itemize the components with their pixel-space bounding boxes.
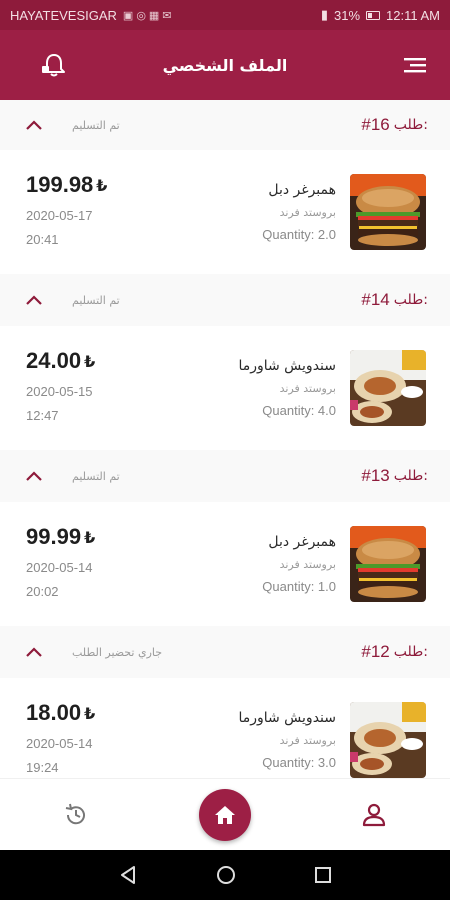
item-time: 19:24 xyxy=(26,760,59,775)
item-subtitle: بروستد فرند xyxy=(279,382,336,395)
chevron-up-icon[interactable] xyxy=(24,290,44,310)
app-bar: الملف الشخصي xyxy=(0,30,450,100)
notification-icons: ▣◎▦✉ xyxy=(122,9,175,22)
chevron-up-icon[interactable] xyxy=(24,466,44,486)
system-nav-bar xyxy=(0,850,450,900)
item-time: 12:47 xyxy=(26,408,59,423)
currency-symbol: ₺ xyxy=(96,175,108,195)
chevron-up-icon[interactable] xyxy=(24,642,44,662)
currency-symbol: ₺ xyxy=(84,351,96,371)
order-label: #14 طلب: xyxy=(361,290,428,310)
profile-icon xyxy=(362,803,386,826)
back-icon[interactable] xyxy=(117,864,139,886)
order-number: #16 xyxy=(361,115,390,134)
status-bar: HAYATEVESIGAR ▣◎▦✉ ▮ 31% 12:11 AM xyxy=(0,0,450,30)
item-subtitle: بروستد فرند xyxy=(279,558,336,571)
order-status: جاري تحضير الطلب xyxy=(72,645,163,659)
item-date: 2020-05-17 xyxy=(26,208,93,223)
order-header[interactable]: تم التسليم #14 طلب: xyxy=(0,274,450,326)
order-item[interactable]: 99.99 ₺ 2020-05-14 20:02 همبرغر دبل بروس… xyxy=(0,502,450,626)
shawarma-image xyxy=(350,702,426,778)
order-word: طلب: xyxy=(393,644,428,660)
bell-icon xyxy=(42,54,65,77)
order-status: تم التسليم xyxy=(72,118,120,132)
bottom-nav xyxy=(0,778,450,850)
item-quantity: Quantity: 1.0 xyxy=(262,579,336,594)
item-quantity: Quantity: 4.0 xyxy=(262,403,336,418)
item-time: 20:02 xyxy=(26,584,59,599)
item-date: 2020-05-15 xyxy=(26,384,93,399)
carrier-label: HAYATEVESIGAR xyxy=(10,7,117,23)
order-item[interactable]: 199.98 ₺ 2020-05-17 20:41 همبرغر دبل برو… xyxy=(0,150,450,274)
item-quantity: Quantity: 2.0 xyxy=(262,227,336,242)
order-status: تم التسليم xyxy=(72,293,120,307)
item-time: 20:41 xyxy=(26,232,59,247)
item-name: همبرغر دبل xyxy=(268,182,336,198)
burger-image xyxy=(350,526,426,602)
recents-icon[interactable] xyxy=(313,865,333,885)
item-price: 99.99 xyxy=(26,524,82,549)
item-subtitle: بروستد فرند xyxy=(279,734,336,747)
order-number: #12 xyxy=(361,642,390,661)
item-name: سندويش شاورما xyxy=(238,710,336,726)
orders-list[interactable]: تم التسليم #16 طلب: 199.98 ₺ 2020-05-17 … xyxy=(0,100,450,778)
home-icon xyxy=(215,805,235,824)
item-price: 24.00 xyxy=(26,348,82,373)
order-header[interactable]: تم التسليم #16 طلب: xyxy=(0,100,450,150)
menu-button[interactable] xyxy=(400,50,430,80)
order-word: طلب: xyxy=(393,117,428,133)
order-header[interactable]: تم التسليم #13 طلب: xyxy=(0,450,450,502)
order-word: طلب: xyxy=(393,292,428,308)
battery-icon xyxy=(366,10,381,20)
home-button[interactable] xyxy=(199,788,251,841)
item-price: 18.00 xyxy=(26,700,82,725)
item-name: سندويش شاورما xyxy=(238,358,336,374)
order-status: تم التسليم xyxy=(72,469,120,483)
order-label: #13 طلب: xyxy=(361,466,428,486)
burger-image xyxy=(350,174,426,250)
menu-icon xyxy=(404,58,426,73)
battery-percent: 31% xyxy=(334,7,361,23)
order-number: #14 xyxy=(361,290,390,309)
item-name: همبرغر دبل xyxy=(268,534,336,550)
shawarma-image xyxy=(350,350,426,426)
notifications-button[interactable] xyxy=(38,49,70,81)
clock: 12:11 AM xyxy=(386,7,440,23)
currency-symbol: ₺ xyxy=(84,703,96,723)
item-quantity: Quantity: 3.0 xyxy=(262,755,336,770)
history-button[interactable] xyxy=(60,799,92,831)
history-icon xyxy=(65,803,85,824)
currency-symbol: ₺ xyxy=(84,527,96,547)
signal-icon: ▮ xyxy=(320,7,328,22)
item-date: 2020-05-14 xyxy=(26,736,93,751)
profile-button[interactable] xyxy=(358,799,390,831)
item-subtitle: بروستد فرند xyxy=(279,206,336,219)
home-circle-icon[interactable] xyxy=(215,864,237,886)
order-word: طلب: xyxy=(393,468,428,484)
order-item[interactable]: 18.00 ₺ 2020-05-14 19:24 سندويش شاورما ب… xyxy=(0,678,450,778)
item-price: 199.98 xyxy=(26,172,94,197)
order-label: #16 طلب: xyxy=(361,115,428,135)
item-date: 2020-05-14 xyxy=(26,560,93,575)
chevron-up-icon[interactable] xyxy=(24,115,44,135)
order-item[interactable]: 24.00 ₺ 2020-05-15 12:47 سندويش شاورما ب… xyxy=(0,326,450,450)
order-header[interactable]: جاري تحضير الطلب #12 طلب: xyxy=(0,626,450,678)
order-number: #13 xyxy=(361,466,390,485)
order-label: #12 طلب: xyxy=(361,642,428,662)
